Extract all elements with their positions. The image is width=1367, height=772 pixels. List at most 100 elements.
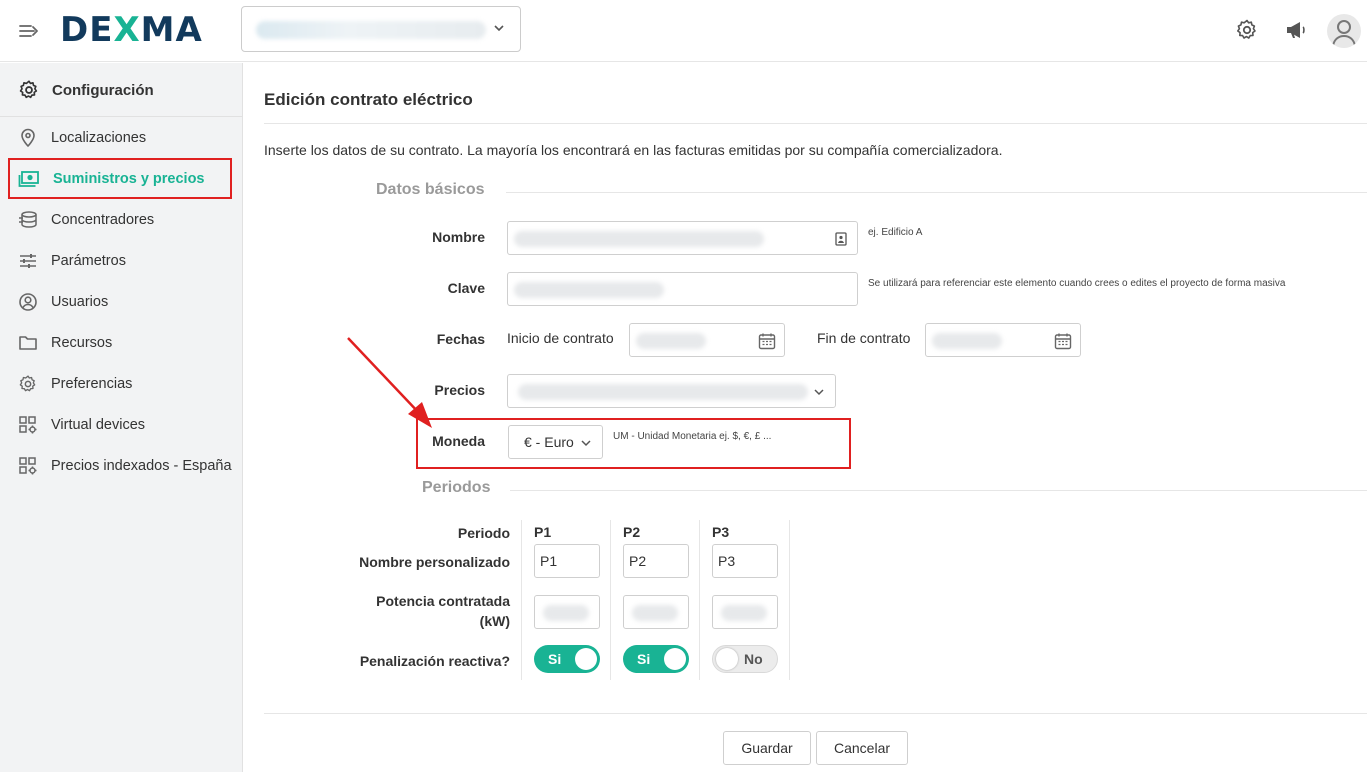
inicio-contrato-label: Inicio de contrato — [507, 330, 614, 346]
blurred-value — [518, 384, 808, 400]
divider — [510, 490, 1367, 491]
sidebar-item-label: Suministros y precios — [53, 170, 205, 187]
user-avatar-icon[interactable] — [1327, 14, 1361, 48]
penalizacion-label: Penalización reactiva? — [359, 653, 510, 669]
toggle-label: Si — [548, 651, 562, 667]
calendar-icon[interactable] — [758, 332, 776, 350]
top-header: DEXMA — [0, 0, 1367, 62]
sidebar-item-label: Parámetros — [51, 252, 126, 269]
sidebar-item-precios-indexados[interactable]: Precios indexados - España — [8, 445, 232, 486]
blurred-value — [636, 333, 706, 349]
gear-icon — [19, 80, 38, 99]
nombre-input[interactable] — [507, 221, 858, 255]
column-divider — [521, 520, 522, 680]
cancel-button[interactable]: Cancelar — [816, 731, 908, 765]
sidebar-title: Configuración — [18, 79, 154, 101]
period-head-p1: P1 — [534, 524, 552, 540]
blurred-project-name — [256, 21, 486, 39]
sidebar-item-virtual-devices[interactable]: Virtual devices — [8, 404, 232, 445]
clave-hint: Se utilizará para referenciar este eleme… — [868, 278, 1286, 289]
sidebar-item-concentradores[interactable]: Concentradores — [8, 199, 232, 240]
calendar-icon[interactable] — [1054, 332, 1072, 350]
blurred-value — [543, 605, 589, 621]
sidebar-item-label: Precios indexados - España — [51, 457, 232, 474]
toggle-knob — [664, 648, 686, 670]
section-basic-data: Datos básicos — [376, 181, 485, 198]
page-title: Edición contrato eléctrico — [264, 90, 473, 109]
divider — [264, 123, 1367, 124]
toggle-label: No — [744, 651, 763, 667]
megaphone-icon[interactable] — [1284, 18, 1308, 42]
chevron-down-icon — [814, 389, 824, 396]
sliders-icon — [20, 253, 36, 268]
column-divider — [699, 520, 700, 680]
potencia-input-p1[interactable] — [534, 595, 600, 629]
period-name-input-p1[interactable]: P1 — [534, 544, 600, 578]
location-pin-icon — [21, 128, 35, 147]
divider — [264, 713, 1367, 714]
sidebar-item-preferencias[interactable]: Preferencias — [8, 363, 232, 404]
clave-input[interactable] — [507, 272, 858, 306]
potencia-label-line1: Potencia contratada — [376, 593, 510, 609]
sidebar-item-recursos[interactable]: Recursos — [8, 322, 232, 363]
gear-icon — [19, 374, 36, 391]
precios-select[interactable] — [507, 374, 836, 408]
menu-expand-icon[interactable] — [18, 20, 40, 42]
period-name-input-p2[interactable]: P2 — [623, 544, 689, 578]
nombre-label: Nombre — [432, 229, 485, 245]
toggle-label: Si — [637, 651, 651, 667]
nombre-hint: ej. Edificio A — [868, 227, 923, 238]
reactive-toggle-p2[interactable]: Si — [623, 645, 689, 673]
id-card-icon — [835, 232, 847, 246]
period-head-p3: P3 — [712, 524, 730, 540]
period-head-p2: P2 — [623, 524, 641, 540]
annotation-arrow-icon — [347, 337, 432, 428]
annotation-highlight-box — [416, 418, 851, 469]
fin-contrato-input[interactable] — [925, 323, 1081, 357]
folder-icon — [19, 335, 37, 350]
period-name-input-p3[interactable]: P3 — [712, 544, 778, 578]
blurred-value — [932, 333, 1002, 349]
sidebar-item-label: Virtual devices — [51, 416, 146, 433]
database-icon — [19, 210, 37, 228]
potencia-label: Potencia contratada (kW) — [260, 591, 510, 631]
toggle-knob — [716, 648, 738, 670]
reactive-toggle-p1[interactable]: Si — [534, 645, 600, 673]
inicio-contrato-input[interactable] — [629, 323, 785, 357]
sidebar-item-usuarios[interactable]: Usuarios — [8, 281, 232, 322]
save-button[interactable]: Guardar — [723, 731, 811, 765]
blurred-value — [514, 231, 764, 247]
money-icon — [18, 170, 39, 187]
intro-text: Inserte los datos de su contrato. La may… — [264, 142, 1003, 158]
potencia-input-p2[interactable] — [623, 595, 689, 629]
gear-icon[interactable] — [1235, 18, 1259, 42]
blurred-value — [632, 605, 678, 621]
blurred-value — [514, 282, 664, 298]
fin-contrato-label: Fin de contrato — [817, 330, 911, 346]
clave-label: Clave — [447, 280, 485, 296]
grid-gear-icon — [19, 456, 37, 474]
sidebar-item-parametros[interactable]: Parámetros — [8, 240, 232, 281]
sidebar-item-suministros[interactable]: Suministros y precios — [8, 158, 232, 199]
sidebar-item-label: Preferencias — [51, 375, 133, 392]
divider — [506, 192, 1367, 193]
column-divider — [610, 520, 611, 680]
sidebar: Configuración Localizaciones Suministros… — [0, 63, 243, 772]
potencia-label-line2: (kW) — [479, 613, 510, 629]
sidebar-title-label: Configuración — [52, 81, 154, 99]
nombre-personalizado-label: Nombre personalizado — [359, 554, 510, 570]
toggle-knob — [575, 648, 597, 670]
column-divider — [789, 520, 790, 680]
periodo-label: Periodo — [457, 525, 510, 541]
potencia-input-p3[interactable] — [712, 595, 778, 629]
project-selector[interactable] — [241, 6, 521, 52]
sidebar-item-localizaciones[interactable]: Localizaciones — [8, 117, 232, 158]
sidebar-item-label: Usuarios — [51, 293, 109, 310]
user-circle-icon — [19, 292, 37, 311]
sidebar-item-label: Localizaciones — [51, 129, 147, 146]
dexma-logo[interactable]: DEXMA — [60, 10, 203, 50]
reactive-toggle-p3[interactable]: No — [712, 645, 778, 673]
sidebar-item-label: Recursos — [51, 334, 113, 351]
section-periods: Periodos — [422, 479, 491, 496]
blurred-value — [721, 605, 767, 621]
